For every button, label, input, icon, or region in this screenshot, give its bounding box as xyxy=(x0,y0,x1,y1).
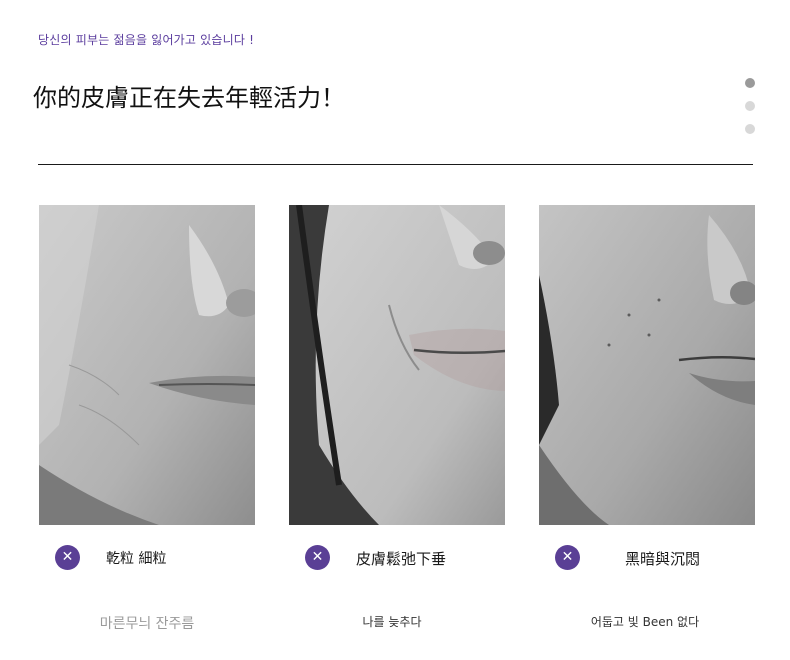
title-divider xyxy=(38,164,753,165)
problem-card-dullness: ✕ 黑暗與沉悶 어둡고 빛 Been 없다 xyxy=(539,205,755,629)
problem-label-row: ✕ 皮膚鬆弛下垂 xyxy=(305,545,515,571)
problem-label: 黑暗與沉悶 xyxy=(625,550,701,568)
problem-card-sagging: ✕ 皮膚鬆弛下垂 나를 늦추다 xyxy=(289,205,505,629)
x-icon: ✕ xyxy=(555,545,580,570)
face-photo-wrinkles xyxy=(39,205,255,525)
pager-dot-1[interactable] xyxy=(745,78,755,88)
x-icon: ✕ xyxy=(55,545,80,570)
page-title: 你的皮膚正在失去年輕活力！ xyxy=(33,84,345,112)
problem-label: 乾粒 細粒 xyxy=(106,551,167,567)
problem-label-row: ✕ 乾粒 細粒 xyxy=(55,545,265,571)
problem-caption: 마른무늬 잔주름 xyxy=(99,616,195,632)
problem-card-dry-lines: ✕ 乾粒 細粒 마른무늬 잔주름 xyxy=(39,205,255,632)
problem-label: 皮膚鬆弛下垂 xyxy=(356,550,447,568)
x-icon: ✕ xyxy=(305,545,330,570)
problem-label-row: ✕ 黑暗與沉悶 xyxy=(555,545,765,571)
face-photo-sagging xyxy=(289,205,505,525)
problem-caption: 나를 늦추다 xyxy=(362,615,422,629)
carousel-pager xyxy=(745,78,755,147)
problem-caption: 어둡고 빛 Been 없다 xyxy=(590,615,700,629)
pager-dot-3[interactable] xyxy=(745,124,755,134)
pager-dot-2[interactable] xyxy=(745,101,755,111)
page-subtitle: 당신의 피부는 젊음을 잃어가고 있습니다 ! xyxy=(38,33,255,47)
face-photo-dullness xyxy=(539,205,755,525)
